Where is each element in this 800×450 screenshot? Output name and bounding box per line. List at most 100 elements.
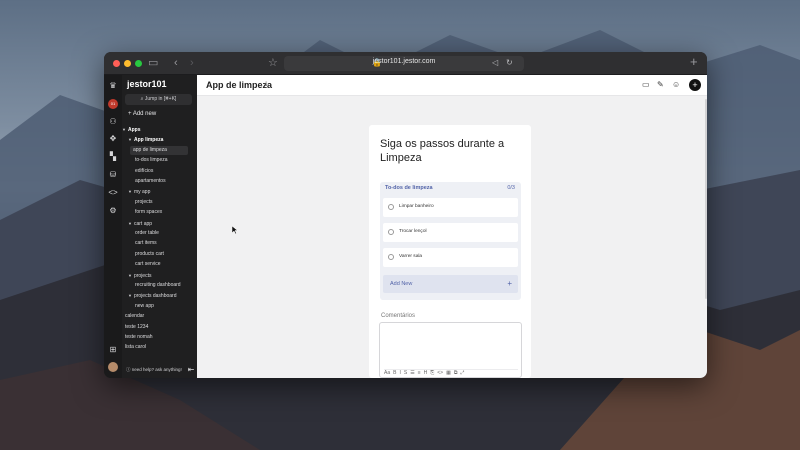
task-label: Trocar lençol xyxy=(399,229,427,234)
help-prompt[interactable]: ⓘ need help? ask anything! xyxy=(126,367,182,373)
sidebar-item-label: projects dashboard xyxy=(133,293,177,300)
browser-window: ▭ ‹ › ☆ 🔒 jestor101.jestor.com ↻ ◁ + ♛ 0… xyxy=(104,52,707,378)
sidebar-item[interactable]: to-dos limpeza xyxy=(135,156,168,165)
caret-down-icon[interactable]: ▼ xyxy=(128,221,132,226)
toolbar-button[interactable]: B xyxy=(393,370,396,376)
desktop-icon[interactable]: ▭ xyxy=(642,80,650,90)
sidebar-item[interactable]: cart items xyxy=(135,239,157,248)
sidebar-item[interactable]: new app xyxy=(135,302,154,311)
sidebar-item-label: lista carol xyxy=(125,344,147,351)
sidebar-item-label: edifícios xyxy=(135,167,154,174)
sidebar-item-label: order table xyxy=(135,230,159,236)
sidebar-item-label: cart items xyxy=(135,240,157,247)
plus-icon[interactable]: + xyxy=(689,79,701,91)
settings-icon[interactable]: ⚙ xyxy=(108,206,118,216)
code-icon[interactable]: <> xyxy=(108,188,118,198)
minimize-window-button[interactable] xyxy=(124,60,131,67)
user-avatar[interactable] xyxy=(108,362,118,372)
toolbar-button[interactable]: ▦ xyxy=(446,370,451,376)
address-bar[interactable]: 🔒 jestor101.jestor.com ↻ ◁ xyxy=(284,56,524,71)
pen-icon[interactable]: ✎ xyxy=(657,80,664,90)
task-checkbox[interactable] xyxy=(388,229,394,235)
sidebar-item[interactable]: ▼ Apps xyxy=(122,125,140,134)
toolbar-button[interactable]: I xyxy=(399,370,400,376)
add-user-icon[interactable]: ⚇ xyxy=(108,117,118,127)
sidebar-item[interactable]: ▼ projects dashboard xyxy=(128,291,177,300)
task-item[interactable]: Limpar banheiro xyxy=(383,198,518,217)
sidebar-toggle-icon[interactable]: ▭ xyxy=(148,56,158,70)
sidebar-item-label: cart service xyxy=(135,261,161,268)
add-new-button[interactable]: + Add new xyxy=(128,111,156,117)
toolbar-button[interactable]: S xyxy=(404,370,407,376)
sidebar-item[interactable]: app de limpeza xyxy=(130,145,188,155)
caret-down-icon[interactable]: ▼ xyxy=(128,273,132,278)
sidebar-item[interactable]: products cart xyxy=(135,250,164,259)
task-label: Varrer sala xyxy=(399,254,423,259)
sidebar-item[interactable]: teste 1234 xyxy=(125,323,148,332)
toolbar-button[interactable]: <> xyxy=(437,370,443,376)
sidebar-item[interactable]: lista carol xyxy=(125,343,146,352)
sidebar-item[interactable]: ▼ projects xyxy=(128,271,151,280)
sidebar-item[interactable]: ▼ App limpeza xyxy=(128,135,163,144)
user-icon[interactable]: ☺ xyxy=(672,80,680,90)
new-tab-icon[interactable]: + xyxy=(690,55,698,69)
toolbar-button[interactable]: ☰ xyxy=(410,370,414,376)
sidebar-item[interactable]: apartamentos xyxy=(135,177,166,186)
scrollbar[interactable] xyxy=(705,99,707,299)
caret-down-icon[interactable]: ▼ xyxy=(128,293,132,298)
caret-down-icon[interactable]: ▼ xyxy=(128,189,132,194)
caret-down-icon[interactable]: ▼ xyxy=(128,137,132,142)
workspace-name: jestor101 xyxy=(127,79,167,89)
sidebar-item-label: my app xyxy=(133,189,151,196)
sidebar-item[interactable]: projects xyxy=(135,198,153,207)
database-icon[interactable]: ⛁ xyxy=(108,170,118,180)
sidebar-item[interactable]: cart service xyxy=(135,260,161,269)
reload-icon[interactable]: ↻ xyxy=(506,58,513,68)
app-sidebar: ♛ 01 ⚇ ✥ ▚ ⛁ <> ⚙ ⊞ jestor101 ⌕ Jump in … xyxy=(104,75,197,378)
sidebar-item[interactable]: teste nomah xyxy=(125,333,153,342)
sidebar-item[interactable]: recruiting dashboard xyxy=(135,281,181,290)
maximize-window-button[interactable] xyxy=(135,60,142,67)
task-item[interactable]: Varrer sala xyxy=(383,248,518,267)
sidebar-item[interactable]: form spacex xyxy=(135,208,162,217)
page-header: App de limpeza ℹ ▭ ✎ ☺ + xyxy=(197,75,707,96)
task-item[interactable]: Trocar lençol xyxy=(383,223,518,242)
comment-editor[interactable]: Aa B I S ☰ ≡ H ⎘ <> ▦ ⧉ ⤢ xyxy=(379,322,522,378)
task-checkbox[interactable] xyxy=(388,204,394,210)
toolbar-button[interactable]: ⧉ xyxy=(454,370,458,376)
sidebar-item-label: App limpeza xyxy=(133,137,164,144)
editor-toolbar: Aa B I S ☰ ≡ H ⎘ <> ▦ ⧉ ⤢ xyxy=(384,369,518,377)
add-task-button[interactable]: Add New + xyxy=(383,275,518,293)
dashboard-icon[interactable]: ▚ xyxy=(108,152,118,162)
avatar[interactable]: 01 xyxy=(108,99,118,109)
caret-down-icon[interactable]: ▼ xyxy=(122,127,126,132)
sidebar-item[interactable]: ▼ my app xyxy=(128,187,150,196)
collapse-sidebar-icon[interactable]: ⇤ xyxy=(186,365,196,375)
toolbar-button[interactable]: ⎘ xyxy=(430,370,434,376)
sidebar-item[interactable]: ▼ cart app xyxy=(128,219,152,228)
sidebar-item-label: calendar xyxy=(125,313,145,320)
info-icon[interactable]: ℹ xyxy=(265,81,267,88)
toolbar-button[interactable]: ≡ xyxy=(418,370,421,376)
task-label: Limpar banheiro xyxy=(399,204,434,209)
jestor-logo-icon[interactable]: ♛ xyxy=(108,81,118,91)
toolbar-button[interactable]: Aa xyxy=(384,370,390,376)
sidebar-item-label: products cart xyxy=(135,250,164,257)
audio-icon[interactable]: ◁ xyxy=(492,58,498,68)
close-window-button[interactable] xyxy=(113,60,120,67)
sidebar-item-label: projects xyxy=(133,272,152,279)
toolbar-button[interactable]: H xyxy=(424,370,428,376)
sidebar-item[interactable]: order table xyxy=(135,229,159,238)
jump-in-search[interactable]: ⌕ Jump in [⌘+K] xyxy=(125,94,192,105)
back-arrow-icon[interactable]: ‹ xyxy=(174,56,178,70)
toolbar-button[interactable]: ⤢ xyxy=(460,370,464,376)
sidebar-item-label: teste nomah xyxy=(125,334,153,340)
integrations-icon[interactable]: ✥ xyxy=(108,134,118,144)
comments-label: Comentários xyxy=(381,313,416,319)
bookmark-star-icon[interactable]: ☆ xyxy=(268,56,278,70)
forward-arrow-icon[interactable]: › xyxy=(190,56,194,70)
apps-grid-icon[interactable]: ⊞ xyxy=(108,345,118,355)
task-checkbox[interactable] xyxy=(388,254,394,260)
sidebar-item[interactable]: calendar xyxy=(125,312,144,321)
sidebar-item[interactable]: edifícios xyxy=(135,167,153,176)
